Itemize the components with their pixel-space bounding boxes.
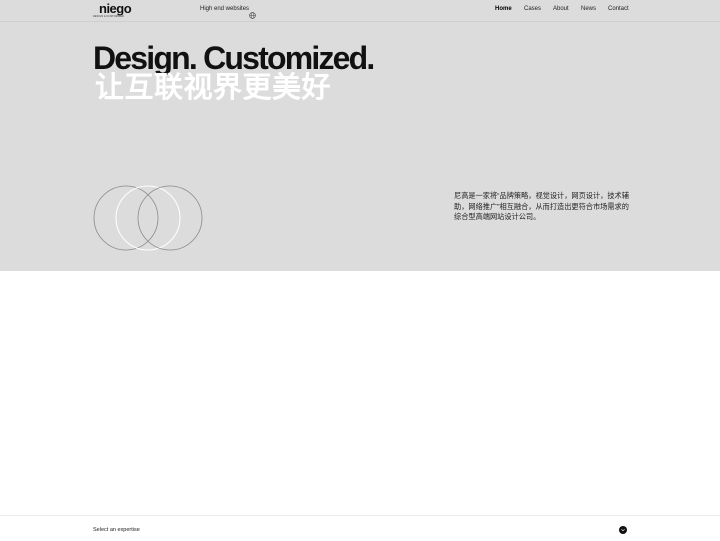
hero-subheadline: 让互联视界更美好	[95, 72, 332, 104]
circle-right	[137, 185, 203, 251]
site-tagline: High end websites	[200, 6, 250, 12]
circle-left	[93, 185, 159, 251]
company-description: 尼高是一家将“品牌策略，视觉设计，网页设计，技术辅助，网络推广”相互融合，从而打…	[454, 191, 629, 221]
globe-icon[interactable]	[249, 6, 256, 19]
nav-contact[interactable]: Contact	[608, 6, 629, 12]
chevron-down-icon	[621, 528, 625, 532]
nav-cases[interactable]: Cases	[524, 6, 541, 12]
logo-subtitle: DESIGN & CUSTOMIZED	[93, 15, 125, 18]
circle-middle	[115, 185, 181, 251]
top-navigation-bar: niego DESIGN & CUSTOMIZED High end websi…	[0, 0, 720, 22]
expertise-bar: Select an expertise	[0, 515, 720, 541]
brand-logo[interactable]: niego DESIGN & CUSTOMIZED	[93, 1, 133, 19]
overlapping-circles-graphic	[93, 185, 203, 251]
logo-wordmark: niego	[99, 1, 132, 16]
nav-home[interactable]: Home	[495, 6, 512, 12]
expertise-label[interactable]: Select an expertise	[93, 527, 140, 533]
hero-section: niego DESIGN & CUSTOMIZED High end websi…	[0, 0, 720, 271]
nav-news[interactable]: News	[581, 6, 596, 12]
nav-about[interactable]: About	[553, 6, 569, 12]
expertise-toggle-button[interactable]	[619, 526, 627, 534]
